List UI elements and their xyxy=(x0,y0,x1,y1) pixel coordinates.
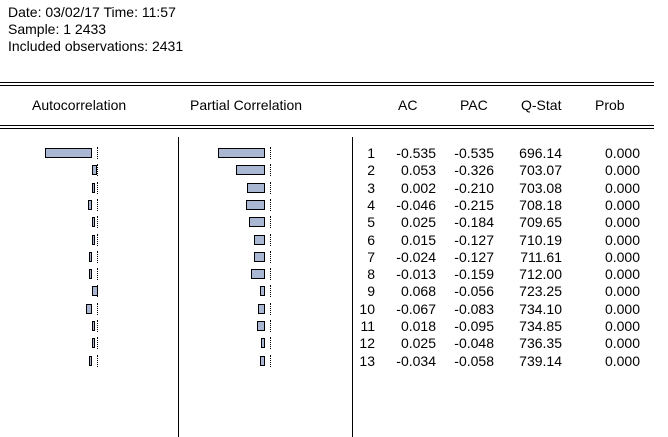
lag-cell: 5 xyxy=(367,214,375,231)
qstat-cell: 734.10 xyxy=(519,300,562,317)
table-row: 9 0.068 -0.056 723.25 0.000 xyxy=(0,283,668,299)
qstat-cell: 708.18 xyxy=(519,196,562,213)
observations-label: Included observations: 2431 xyxy=(8,38,184,54)
ac-cell: 0.025 xyxy=(400,335,436,352)
table-row: 2 0.053 -0.326 703.07 0.000 xyxy=(0,162,668,178)
table-row: 8 -0.013 -0.159 712.00 0.000 xyxy=(0,266,668,282)
lag-cell: 2 xyxy=(367,162,375,179)
ac-cell: 0.025 xyxy=(400,214,436,231)
pac-cell: -0.326 xyxy=(454,162,494,179)
pac-cell: -0.535 xyxy=(454,145,494,161)
qstat-cell: 709.65 xyxy=(519,214,562,231)
prob-cell: 0.000 xyxy=(604,335,640,352)
table-row: 10 -0.067 -0.083 734.10 0.000 xyxy=(0,301,668,317)
table-row: 13 -0.034 -0.058 739.14 0.000 xyxy=(0,353,668,369)
pac-cell: -0.127 xyxy=(454,231,494,248)
ac-cell: -0.024 xyxy=(396,248,436,265)
qstat-cell: 712.00 xyxy=(519,266,562,283)
ac-cell: -0.013 xyxy=(396,266,436,283)
prob-cell: 0.000 xyxy=(604,179,640,196)
lag-cell: 3 xyxy=(367,179,375,196)
qstat-cell: 711.61 xyxy=(520,248,562,265)
prob-cell: 0.000 xyxy=(604,214,640,231)
qstat-cell: 696.14 xyxy=(519,145,562,161)
lag-cell: 4 xyxy=(367,196,375,213)
lag-cell: 7 xyxy=(367,248,375,265)
table-row: 1 -0.535 -0.535 696.14 0.000 xyxy=(0,145,668,161)
pac-cell: -0.056 xyxy=(454,283,494,300)
prob-cell: 0.000 xyxy=(604,231,640,248)
mid-double-rule-upper xyxy=(0,125,654,126)
ac-cell: 0.068 xyxy=(400,283,436,300)
prob-cell: 0.000 xyxy=(604,162,640,179)
qstat-cell: 723.25 xyxy=(519,283,562,300)
lag-cell: 6 xyxy=(367,231,375,248)
lag-cell: 1 xyxy=(367,145,375,161)
col-pac: PAC xyxy=(460,97,488,113)
prob-cell: 0.000 xyxy=(604,318,640,334)
pac-cell: -0.159 xyxy=(454,266,494,283)
ac-cell: -0.535 xyxy=(396,145,436,161)
prob-cell: 0.000 xyxy=(604,145,640,161)
prob-cell: 0.000 xyxy=(604,352,640,369)
table-row: 7 -0.024 -0.127 711.61 0.000 xyxy=(0,249,668,265)
lag-cell: 10 xyxy=(359,300,375,317)
prob-cell: 0.000 xyxy=(604,248,640,265)
pac-cell: -0.127 xyxy=(454,248,494,265)
prob-cell: 0.000 xyxy=(604,266,640,283)
qstat-cell: 734.85 xyxy=(519,318,562,334)
col-ac: AC xyxy=(398,97,418,113)
pac-cell: -0.095 xyxy=(454,318,494,334)
ac-cell: 0.002 xyxy=(400,179,436,196)
table-row: 12 0.025 -0.048 736.35 0.000 xyxy=(0,335,668,351)
mid-double-rule-lower xyxy=(0,128,654,129)
qstat-cell: 703.07 xyxy=(519,162,562,179)
table-row: 4 -0.046 -0.215 708.18 0.000 xyxy=(0,197,668,213)
ac-cell: 0.015 xyxy=(400,231,436,248)
top-double-rule-upper xyxy=(0,82,654,83)
lag-cell: 11 xyxy=(360,318,375,334)
pac-cell: -0.210 xyxy=(454,179,494,196)
lag-cell: 8 xyxy=(367,266,375,283)
qstat-cell: 710.19 xyxy=(519,231,562,248)
table-row: 11 0.018 -0.095 734.85 0.000 xyxy=(0,318,668,334)
ac-cell: 0.053 xyxy=(400,162,436,179)
col-partial-correlation: Partial Correlation xyxy=(190,97,303,113)
ac-cell: -0.067 xyxy=(396,300,436,317)
ac-cell: -0.046 xyxy=(396,196,436,213)
col-prob: Prob xyxy=(595,97,625,113)
lag-cell: 9 xyxy=(367,283,375,300)
qstat-cell: 739.14 xyxy=(519,352,562,369)
ac-cell: -0.034 xyxy=(396,352,436,369)
lag-cell: 13 xyxy=(359,352,375,369)
date-time-label: Date: 03/02/17 Time: 11:57 xyxy=(8,4,176,20)
prob-cell: 0.000 xyxy=(604,283,640,300)
top-double-rule-lower xyxy=(0,85,654,86)
pac-cell: -0.058 xyxy=(454,352,494,369)
col-autocorrelation: Autocorrelation xyxy=(32,97,127,113)
prob-cell: 0.000 xyxy=(604,300,640,317)
pac-cell: -0.215 xyxy=(454,196,494,213)
ac-cell: 0.018 xyxy=(400,318,436,334)
pac-cell: -0.048 xyxy=(454,335,494,352)
qstat-cell: 703.08 xyxy=(519,179,562,196)
pac-cell: -0.184 xyxy=(454,214,494,231)
sample-label: Sample: 1 2433 xyxy=(8,21,107,37)
pac-cell: -0.083 xyxy=(454,300,494,317)
qstat-cell: 736.35 xyxy=(519,335,562,352)
prob-cell: 0.000 xyxy=(604,196,640,213)
table-row: 6 0.015 -0.127 710.19 0.000 xyxy=(0,232,668,248)
col-qstat: Q-Stat xyxy=(521,97,562,113)
lag-cell: 12 xyxy=(359,335,375,352)
table-row: 3 0.002 -0.210 703.08 0.000 xyxy=(0,180,668,196)
table-row: 5 0.025 -0.184 709.65 0.000 xyxy=(0,214,668,230)
